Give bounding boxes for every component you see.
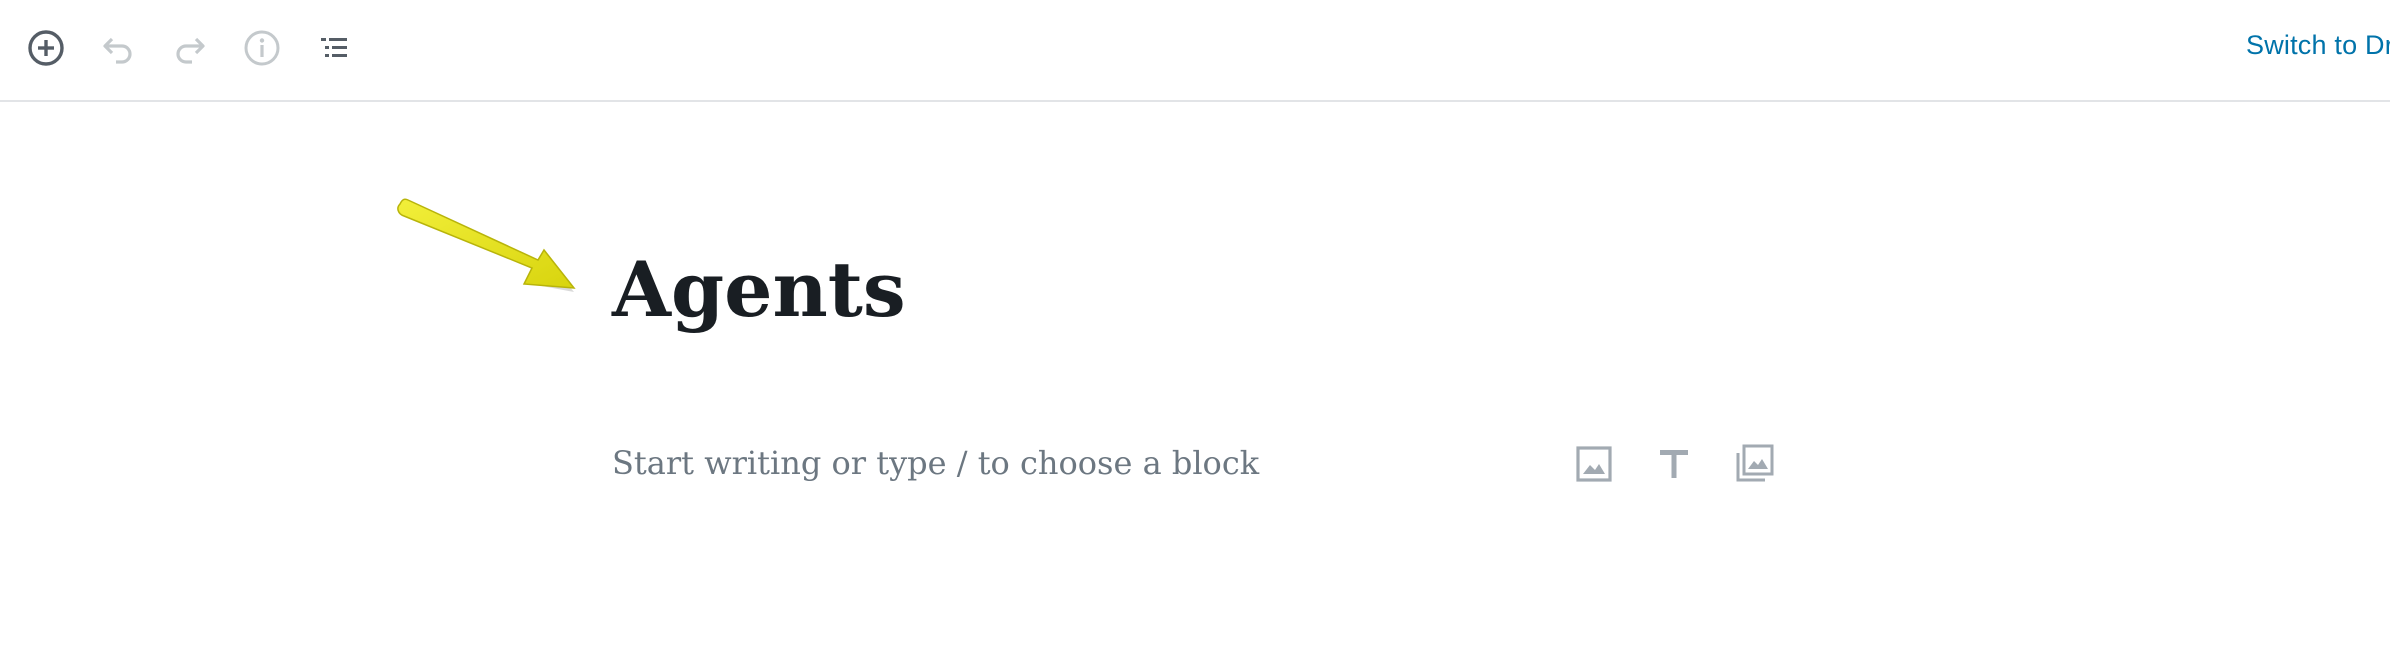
insert-gallery-button[interactable]: [1728, 438, 1780, 490]
switch-to-draft-button[interactable]: Switch to Dr: [2246, 30, 2390, 61]
editor-header-toolbar: Switch to Dr: [0, 0, 2390, 102]
block-placeholder-paragraph[interactable]: Start writing or type / to choose a bloc…: [612, 444, 1259, 482]
content-info-button[interactable]: [238, 24, 286, 72]
undo-icon: [103, 37, 132, 64]
info-icon: [244, 30, 280, 66]
redo-icon: [176, 37, 205, 64]
list-view-icon: [321, 38, 347, 57]
insert-heading-button[interactable]: [1648, 438, 1700, 490]
post-title[interactable]: Agents: [612, 252, 906, 328]
yellow-arrow-icon: [397, 198, 576, 292]
insert-image-button[interactable]: [1568, 438, 1620, 490]
block-navigation-button[interactable]: [310, 24, 358, 72]
gallery-icon: [1736, 444, 1774, 482]
plus-circle-icon: [28, 30, 64, 66]
redo-button[interactable]: [166, 24, 214, 72]
undo-button[interactable]: [94, 24, 142, 72]
add-block-button[interactable]: [22, 24, 70, 72]
heading-icon: [1660, 450, 1688, 478]
image-icon: [1576, 446, 1612, 482]
